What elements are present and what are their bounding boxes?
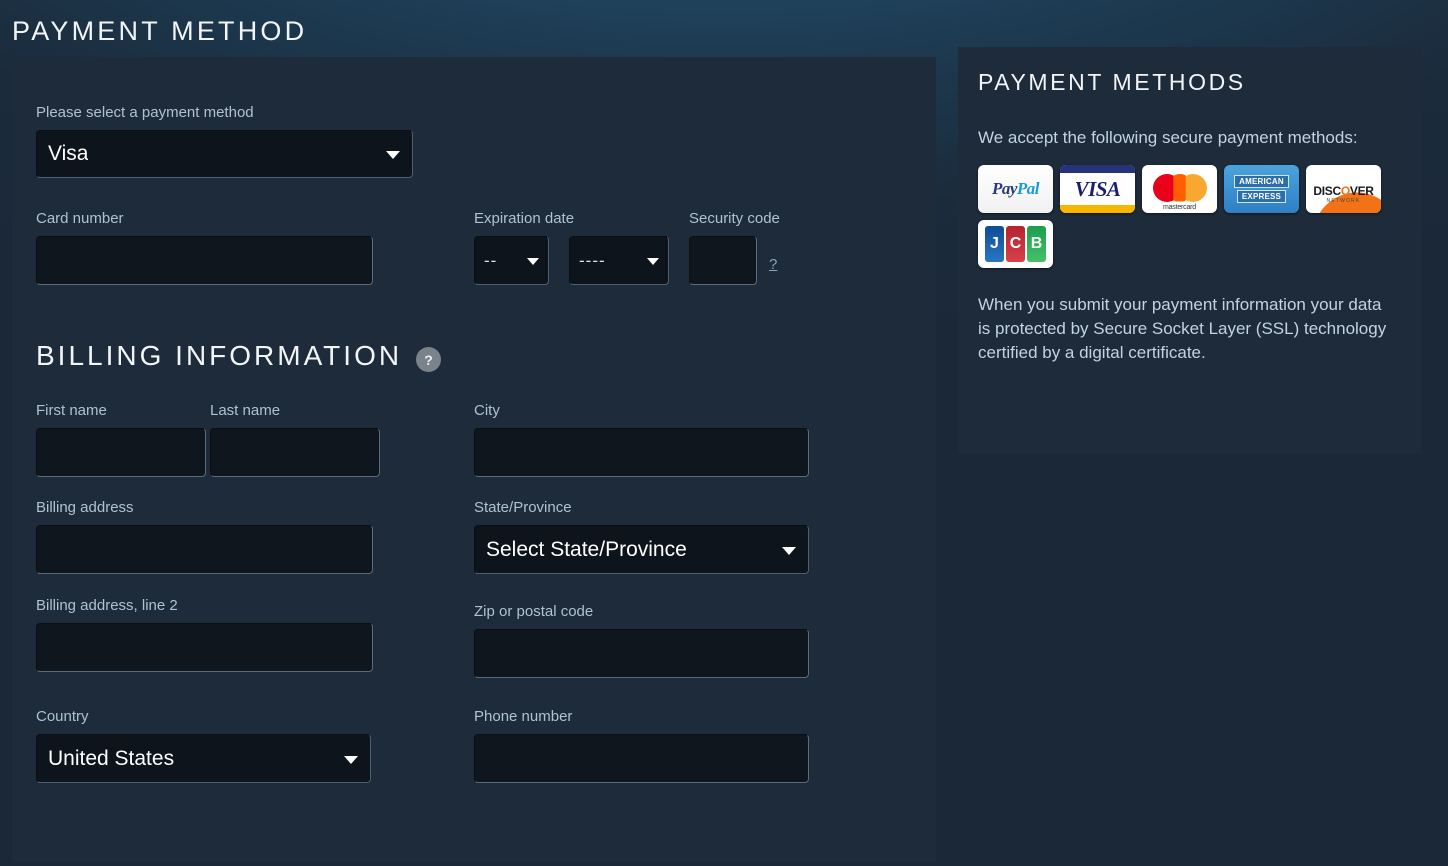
payment-methods-intro: We accept the following secure payment m… xyxy=(978,126,1378,150)
billing-heading-text: BILLING INFORMATION xyxy=(36,340,402,372)
chevron-down-icon xyxy=(527,258,539,265)
state-province-selected-value: Select State/Province xyxy=(475,538,687,562)
page-root: PAYMENT METHOD Please select a payment m… xyxy=(0,0,1448,866)
first-name-input[interactable] xyxy=(36,428,206,477)
payment-method-select[interactable]: Visa xyxy=(36,130,413,178)
discover-network-text: NETWORK xyxy=(1327,198,1361,204)
city-label: City xyxy=(474,402,500,420)
ssl-security-text: When you submit your payment information… xyxy=(978,293,1398,365)
paypal-icon: PayPal xyxy=(978,165,1053,213)
payment-logo-row: PayPal VISA mastercard AMERICAN EXPRESS xyxy=(978,165,1398,268)
billing-address-line2-label: Billing address, line 2 xyxy=(36,597,178,615)
expiration-month-select[interactable]: -- xyxy=(474,236,549,285)
payment-methods-title: PAYMENT METHODS xyxy=(978,69,1402,96)
zip-code-label: Zip or postal code xyxy=(474,603,593,621)
city-input[interactable] xyxy=(474,428,809,477)
mastercard-icon: mastercard xyxy=(1142,165,1217,213)
page-title: PAYMENT METHOD xyxy=(12,16,307,47)
payment-form-panel: Please select a payment method Visa Card… xyxy=(12,57,936,862)
visa-icon: VISA xyxy=(1060,165,1135,213)
state-province-select[interactable]: Select State/Province xyxy=(474,525,809,574)
payment-method-selected-value: Visa xyxy=(37,142,88,166)
security-code-label: Security code xyxy=(689,210,780,228)
mastercard-circles xyxy=(1153,174,1207,202)
country-select[interactable]: United States xyxy=(36,734,371,783)
security-code-help-link[interactable]: ? xyxy=(769,256,777,273)
card-number-input[interactable] xyxy=(36,236,373,285)
american-express-icon: AMERICAN EXPRESS xyxy=(1224,165,1299,213)
paypal-pal-text: Pal xyxy=(1017,179,1039,198)
last-name-label: Last name xyxy=(210,402,280,420)
jcb-b-bar: B xyxy=(1027,226,1046,262)
amex-line-1: AMERICAN xyxy=(1234,175,1289,188)
discover-o-text: O xyxy=(1341,184,1350,198)
expiration-month-value: -- xyxy=(475,251,497,271)
country-label: Country xyxy=(36,708,89,726)
billing-address-label: Billing address xyxy=(36,499,134,517)
discover-disc-text: DISC xyxy=(1313,184,1340,198)
zip-code-input[interactable] xyxy=(474,629,809,678)
payment-methods-panel: PAYMENT METHODS We accept the following … xyxy=(958,47,1422,454)
discover-ver-text: VER xyxy=(1350,184,1374,198)
expiration-year-select[interactable]: ---- xyxy=(569,236,669,285)
mastercard-wordmark: mastercard xyxy=(1163,204,1196,211)
last-name-input[interactable] xyxy=(210,428,380,477)
chevron-down-icon xyxy=(344,756,358,764)
visa-wordmark: VISA xyxy=(1075,173,1121,205)
help-icon[interactable]: ? xyxy=(416,347,441,372)
jcb-j-bar: J xyxy=(985,226,1004,262)
chevron-down-icon xyxy=(782,547,796,555)
security-code-input[interactable] xyxy=(689,236,757,285)
phone-number-input[interactable] xyxy=(474,734,809,783)
billing-information-heading: BILLING INFORMATION ? xyxy=(36,339,441,372)
jcb-c-bar: C xyxy=(1006,226,1025,262)
state-province-label: State/Province xyxy=(474,499,572,517)
chevron-down-icon xyxy=(647,258,659,265)
visa-top-bar xyxy=(1060,165,1135,173)
first-name-label: First name xyxy=(36,402,107,420)
expiration-year-value: ---- xyxy=(570,251,606,271)
payment-method-label: Please select a payment method xyxy=(36,104,254,122)
jcb-icon: J C B xyxy=(978,220,1053,268)
billing-address-input[interactable] xyxy=(36,525,373,574)
discover-icon: DISCOVER NETWORK xyxy=(1306,165,1381,213)
expiration-date-label: Expiration date xyxy=(474,210,574,228)
visa-bottom-bar xyxy=(1060,205,1135,213)
country-selected-value: United States xyxy=(37,747,174,771)
amex-line-2: EXPRESS xyxy=(1237,190,1286,203)
jcb-bars: J C B xyxy=(985,226,1046,262)
billing-address-line2-input[interactable] xyxy=(36,623,373,672)
chevron-down-icon xyxy=(386,151,400,159)
phone-number-label: Phone number xyxy=(474,708,572,726)
card-number-label: Card number xyxy=(36,210,124,228)
discover-wordmark: DISCOVER xyxy=(1313,184,1373,198)
paypal-pay-text: Pay xyxy=(992,179,1017,198)
